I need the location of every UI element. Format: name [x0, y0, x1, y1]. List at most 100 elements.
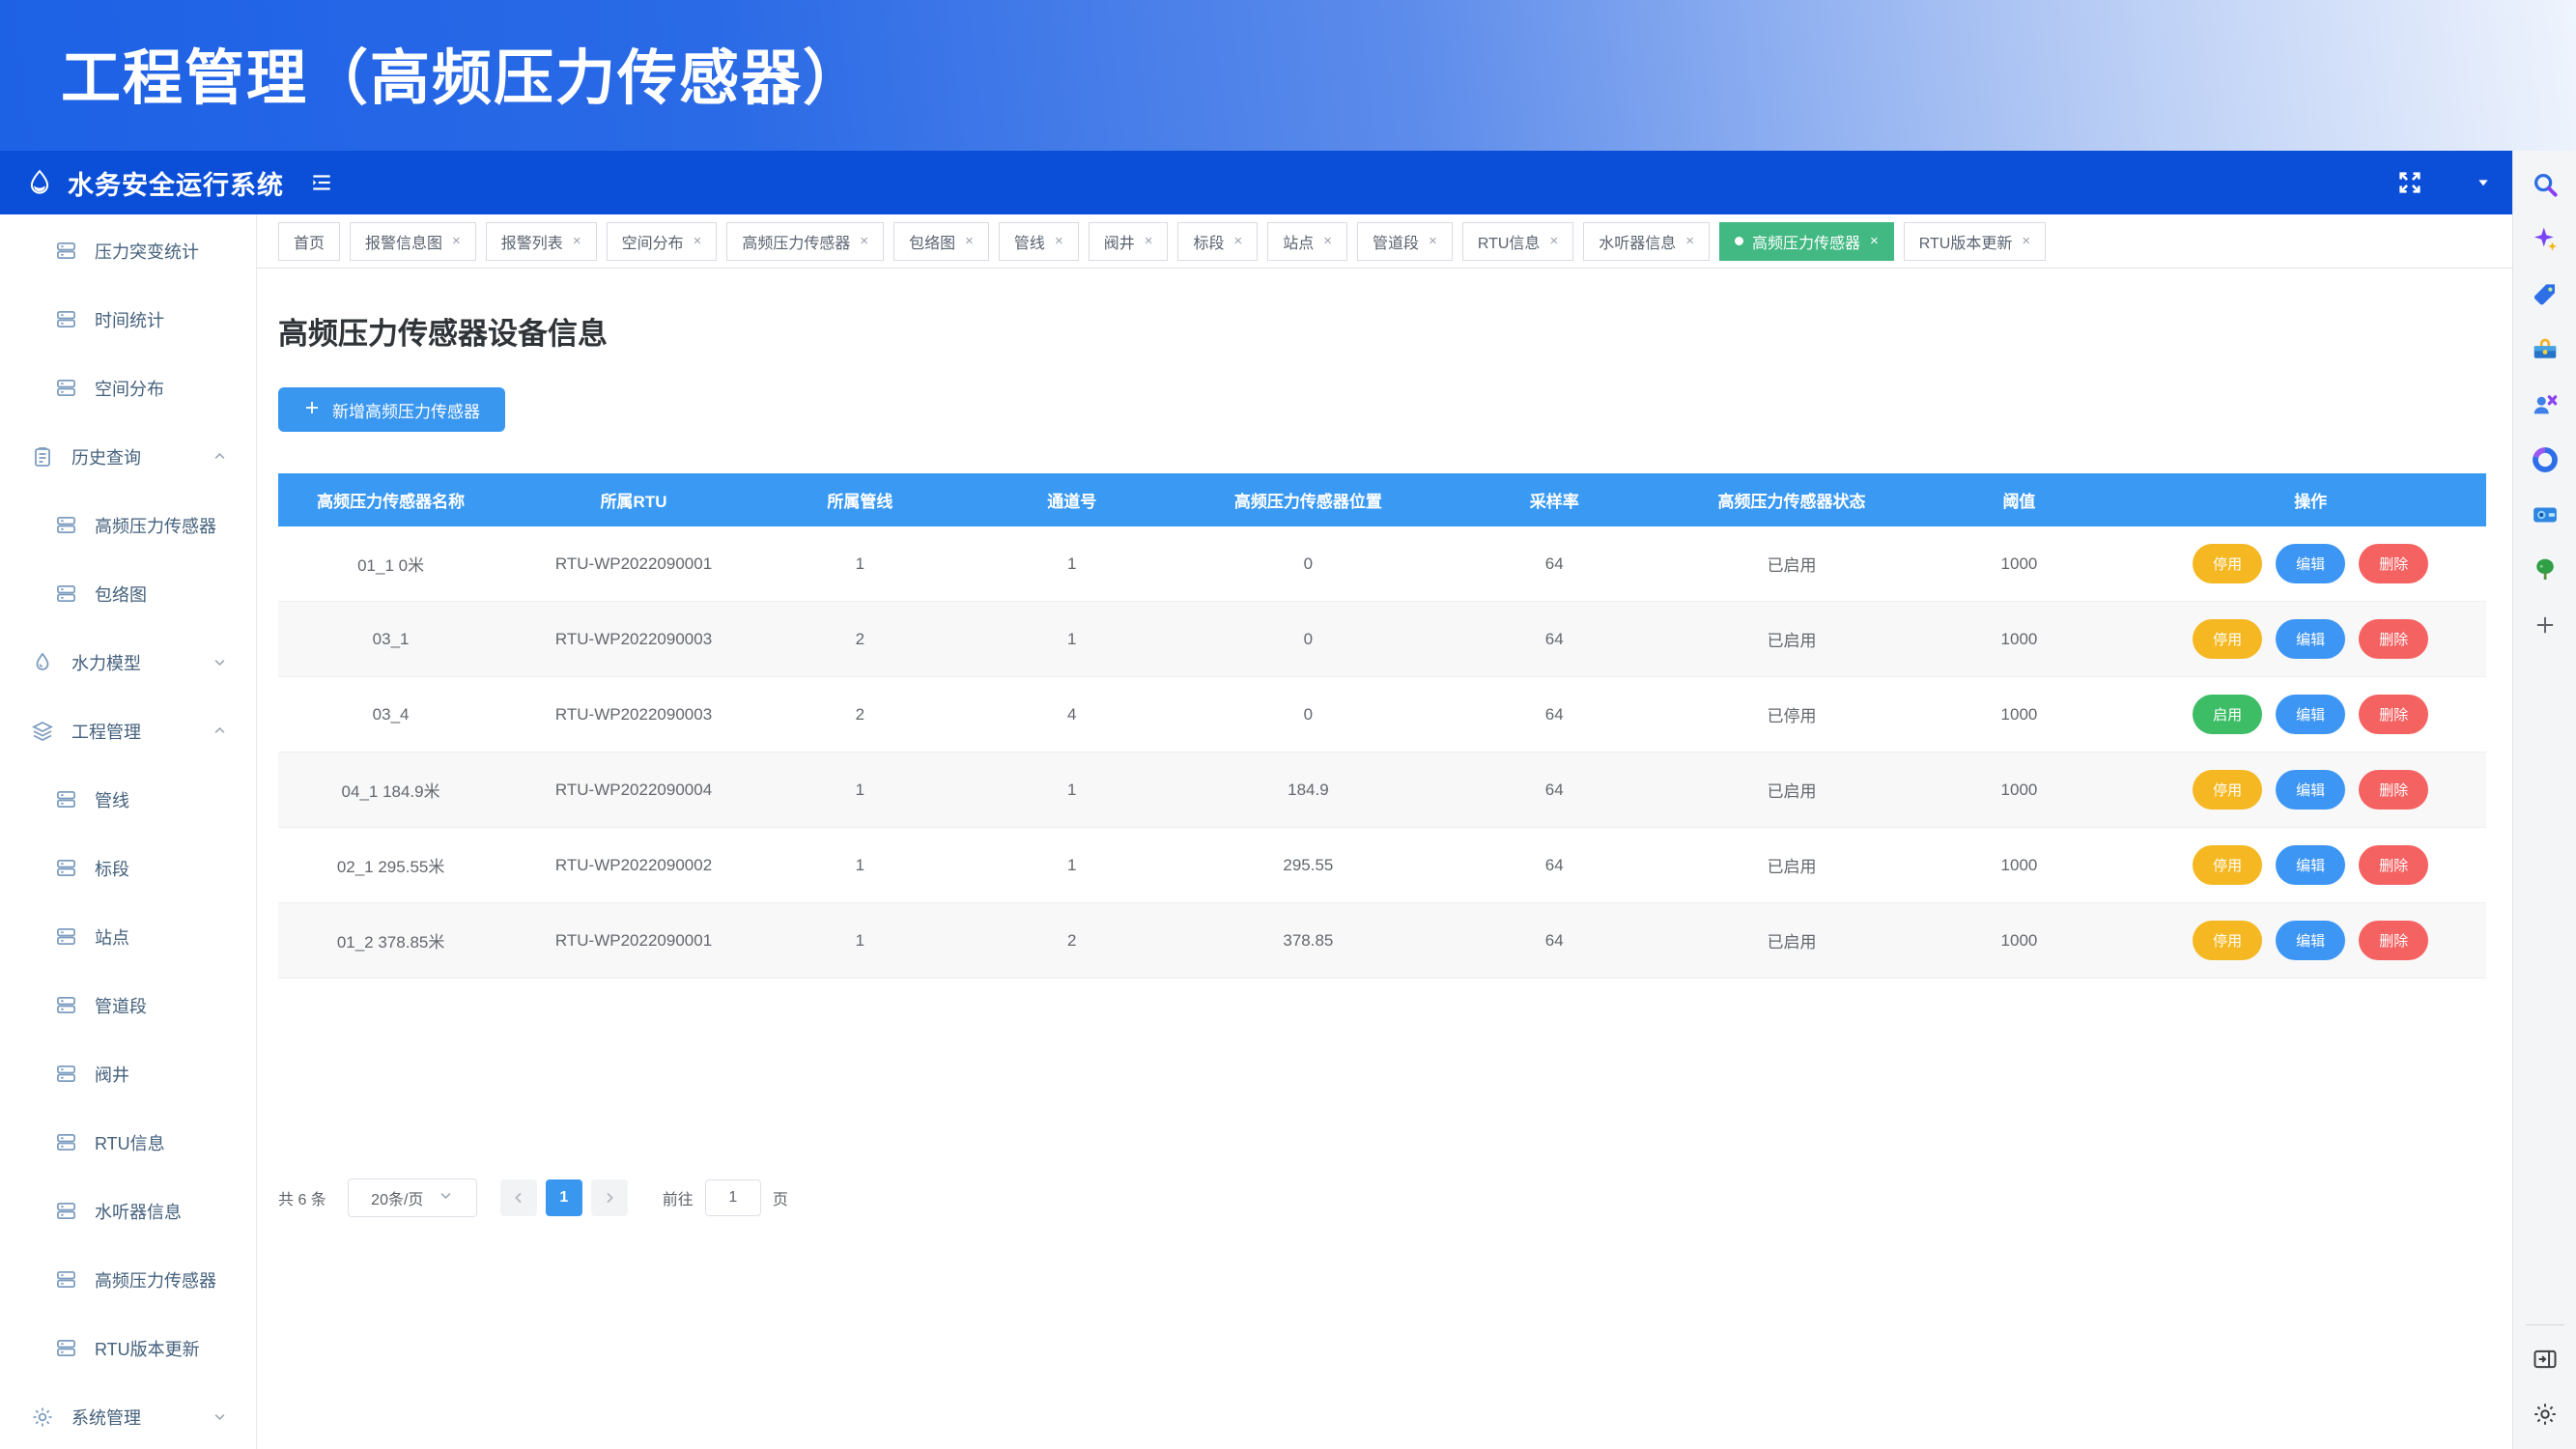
table-row: 02_1 295.55米RTU-WP202209000211295.5564已启… — [278, 828, 2486, 903]
enable-button[interactable]: 启用 — [2193, 695, 2262, 734]
toolbar-divider — [2526, 1324, 2564, 1325]
add-sensor-button[interactable]: 新增高频压力传感器 — [278, 387, 505, 432]
tab-高频压力传感器[interactable]: 高频压力传感器× — [726, 222, 884, 261]
next-page-button[interactable] — [591, 1179, 628, 1216]
panel-toggle-icon[interactable] — [2532, 1331, 2559, 1386]
page-size-select[interactable]: 20条/页 — [348, 1179, 477, 1217]
user-icon[interactable] — [2437, 170, 2462, 195]
delete-button[interactable]: 删除 — [2359, 770, 2428, 810]
tab-label: RTU版本更新 — [1919, 230, 2013, 253]
close-icon[interactable]: × — [694, 233, 702, 249]
tab-管道段[interactable]: 管道段× — [1357, 222, 1453, 261]
caret-down-icon[interactable] — [2476, 175, 2491, 190]
delete-button[interactable]: 删除 — [2359, 619, 2428, 659]
disable-button[interactable]: 停用 — [2193, 770, 2262, 810]
sidebar-item-系统管理[interactable]: 系统管理 — [0, 1382, 256, 1449]
edit-button[interactable]: 编辑 — [2276, 695, 2345, 734]
sidebar-item-管道段[interactable]: 管道段 — [0, 971, 256, 1039]
tab-空间分布[interactable]: 空间分布× — [607, 222, 718, 261]
tab-label: 阀井 — [1104, 230, 1135, 253]
delete-button[interactable]: 删除 — [2359, 544, 2428, 583]
close-icon[interactable]: × — [1870, 233, 1879, 249]
goto-page-input[interactable] — [705, 1179, 761, 1216]
edit-button[interactable]: 编辑 — [2276, 770, 2345, 810]
sidebar-item-站点[interactable]: 站点 — [0, 902, 256, 971]
disable-button[interactable]: 停用 — [2193, 921, 2262, 960]
tab-标段[interactable]: 标段× — [1177, 222, 1258, 261]
sidebar-item-空间分布[interactable]: 空间分布 — [0, 354, 256, 422]
tag-icon[interactable] — [2531, 267, 2560, 322]
tab-站点[interactable]: 站点× — [1267, 222, 1347, 261]
delete-button[interactable]: 删除 — [2359, 695, 2428, 734]
disable-button[interactable]: 停用 — [2193, 544, 2262, 583]
close-icon[interactable]: × — [1429, 233, 1437, 249]
close-icon[interactable]: × — [1323, 233, 1332, 249]
wallet-icon[interactable] — [2531, 487, 2560, 542]
column-header: 高频压力传感器位置 — [1188, 488, 1429, 512]
sidebar-item-label: 站点 — [95, 924, 129, 950]
disable-button[interactable]: 停用 — [2193, 845, 2262, 885]
disable-button[interactable]: 停用 — [2193, 619, 2262, 659]
sidebar-item-标段[interactable]: 标段 — [0, 834, 256, 902]
sidebar-item-RTU信息[interactable]: RTU信息 — [0, 1108, 256, 1177]
settings-icon[interactable] — [2532, 1386, 2559, 1441]
tab-RTU信息[interactable]: RTU信息× — [1462, 222, 1573, 261]
tab-label: 首页 — [294, 230, 325, 253]
prev-page-button[interactable] — [500, 1179, 537, 1216]
tree-icon[interactable] — [2531, 542, 2560, 597]
sidebar-item-水听器信息[interactable]: 水听器信息 — [0, 1177, 256, 1245]
close-icon[interactable]: × — [1055, 233, 1063, 249]
sidebar-item-RTU版本更新[interactable]: RTU版本更新 — [0, 1314, 256, 1382]
table-cell: 02_1 295.55米 — [278, 853, 503, 877]
table-row: 01_2 378.85米RTU-WP202209000112378.8564已启… — [278, 903, 2486, 979]
current-page-button[interactable]: 1 — [546, 1179, 582, 1216]
toolbox-icon[interactable] — [2531, 322, 2560, 377]
sidebar-item-历史查询[interactable]: 历史查询 — [0, 422, 256, 491]
sidebar-item-时间统计[interactable]: 时间统计 — [0, 285, 256, 354]
page-banner: 工程管理（高频压力传感器） — [0, 0, 2576, 151]
delete-button[interactable]: 删除 — [2359, 921, 2428, 960]
edit-button[interactable]: 编辑 — [2276, 544, 2345, 583]
close-icon[interactable]: × — [2022, 233, 2030, 249]
plus-icon-gray[interactable] — [2531, 597, 2560, 652]
tab-包络图[interactable]: 包络图× — [893, 222, 989, 261]
sidebar-item-压力突变统计[interactable]: 压力突变统计 — [0, 216, 256, 285]
close-icon[interactable]: × — [965, 233, 974, 249]
sidebar-item-高频压力传感器[interactable]: 高频压力传感器 — [0, 491, 256, 559]
menu-collapse-icon[interactable] — [309, 170, 334, 195]
chevron-down-icon — [212, 1409, 227, 1424]
people-game-icon[interactable] — [2531, 377, 2560, 432]
row-actions: 停用编辑删除 — [2135, 619, 2485, 659]
close-icon[interactable]: × — [1549, 233, 1558, 249]
search-icon[interactable] — [2531, 156, 2560, 212]
close-icon[interactable]: × — [573, 233, 581, 249]
tab-RTU版本更新[interactable]: RTU版本更新 × — [1904, 222, 2046, 261]
sidebar-item-管线[interactable]: 管线 — [0, 765, 256, 834]
tab-首页[interactable]: 首页 — [278, 222, 340, 261]
close-icon[interactable]: × — [860, 233, 868, 249]
close-icon[interactable]: × — [452, 233, 461, 249]
sidebar-item-水力模型[interactable]: 水力模型 — [0, 628, 256, 696]
sidebar-item-包络图[interactable]: 包络图 — [0, 559, 256, 628]
edit-button[interactable]: 编辑 — [2276, 845, 2345, 885]
tab-高频压力传感器[interactable]: 高频压力传感器× — [1719, 222, 1894, 261]
sidebar-item-工程管理[interactable]: 工程管理 — [0, 696, 256, 765]
delete-button[interactable]: 删除 — [2359, 845, 2428, 885]
tab-管线[interactable]: 管线× — [999, 222, 1079, 261]
close-icon[interactable]: × — [1234, 233, 1243, 249]
close-icon[interactable]: × — [1685, 233, 1694, 249]
sidebar-item-高频压力传感器[interactable]: 高频压力传感器 — [0, 1245, 256, 1314]
sparkle-icon[interactable] — [2531, 212, 2560, 267]
tab-报警列表[interactable]: 报警列表× — [486, 222, 597, 261]
tab-报警信息图[interactable]: 报警信息图× — [350, 222, 476, 261]
edit-button[interactable]: 编辑 — [2276, 921, 2345, 960]
sidebar-item-阀井[interactable]: 阀井 — [0, 1039, 256, 1108]
fullscreen-icon[interactable] — [2396, 169, 2423, 196]
table-cell: 1000 — [1903, 705, 2135, 724]
ring-icon[interactable] — [2531, 432, 2560, 487]
close-icon[interactable]: × — [1145, 233, 1153, 249]
edit-button[interactable]: 编辑 — [2276, 619, 2345, 659]
tab-阀井[interactable]: 阀井 × — [1089, 222, 1169, 261]
tab-水听器信息[interactable]: 水听器信息× — [1583, 222, 1710, 261]
sidebar-item-label: 空间分布 — [95, 376, 164, 401]
